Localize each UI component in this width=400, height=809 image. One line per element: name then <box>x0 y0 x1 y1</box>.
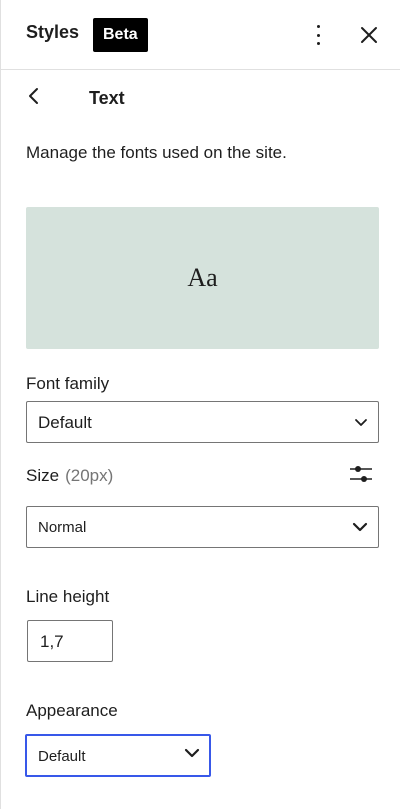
font-family-value: Default <box>38 413 92 432</box>
close-icon[interactable] <box>358 24 380 46</box>
typography-preview: Aa <box>26 207 379 349</box>
beta-badge: Beta <box>93 18 148 52</box>
sliders-icon[interactable] <box>349 462 373 486</box>
font-family-select[interactable]: Default <box>26 401 379 443</box>
size-label: Size <box>26 466 60 485</box>
panel-title: Styles <box>26 22 80 42</box>
preview-sample: Aa <box>187 263 218 292</box>
chevron-down-icon <box>355 419 367 426</box>
chevron-down-icon <box>184 748 200 758</box>
font-family-label: Font family <box>26 374 110 393</box>
panel-navigation: Text <box>0 70 400 126</box>
size-current-value: (20px) <box>65 466 114 485</box>
appearance-value: Default <box>38 748 86 765</box>
chevron-down-icon <box>352 522 368 532</box>
size-select[interactable]: Normal <box>26 506 379 548</box>
size-value: Normal <box>38 519 87 536</box>
line-height-value: 1,7 <box>40 632 64 651</box>
section-description: Manage the fonts used on the site. <box>26 143 287 162</box>
appearance-label: Appearance <box>26 701 118 720</box>
panel-header: Styles Beta <box>0 0 400 70</box>
size-label-row: Size (20px) <box>26 466 113 486</box>
section-heading: Text <box>89 88 125 108</box>
line-height-input[interactable]: 1,7 <box>27 620 113 662</box>
appearance-select[interactable]: Default <box>25 734 211 777</box>
chevron-left-icon[interactable] <box>24 86 44 106</box>
line-height-label: Line height <box>26 587 110 606</box>
more-vertical-icon[interactable] <box>308 22 328 48</box>
